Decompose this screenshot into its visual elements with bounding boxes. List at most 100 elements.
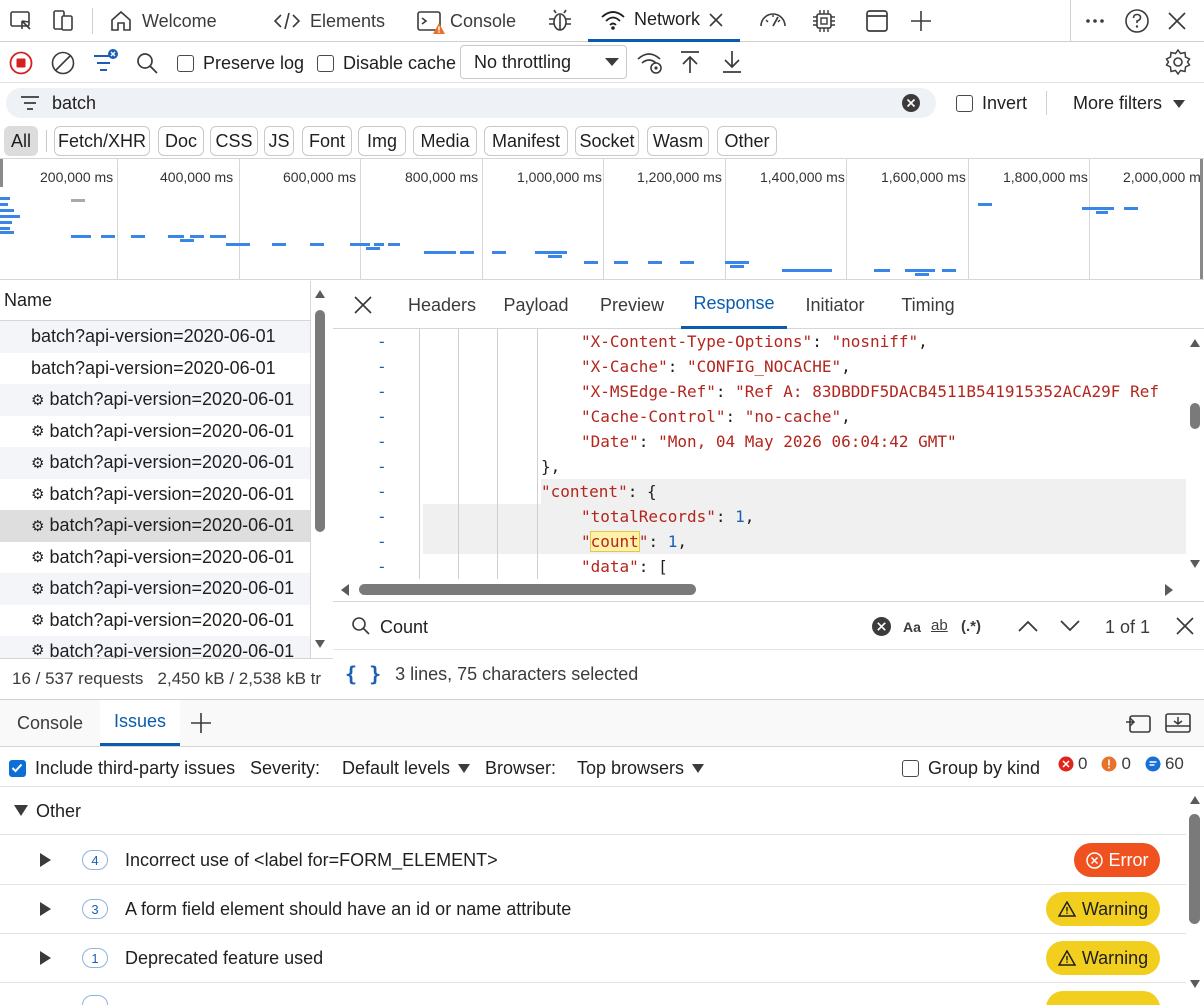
request-list-scrollbar[interactable] — [313, 290, 327, 648]
checkbox[interactable] — [902, 760, 919, 777]
tab-payload[interactable]: Payload — [495, 281, 577, 329]
network-overview-timeline[interactable]: 200,000 ms 400,000 ms 600,000 ms 800,000… — [0, 158, 1204, 280]
tab-preview[interactable]: Preview — [591, 281, 673, 329]
filter-input-container[interactable]: batch — [6, 88, 936, 118]
tab-network[interactable]: Network — [588, 0, 740, 42]
add-tool-button[interactable] — [908, 0, 934, 42]
import-har-icon[interactable] — [678, 49, 702, 80]
type-chip[interactable]: CSS — [210, 126, 258, 156]
checkbox[interactable] — [317, 55, 334, 72]
type-chip[interactable]: Wasm — [647, 126, 709, 156]
drawer-tab-issues[interactable]: Issues — [100, 700, 180, 746]
issue-row-partial[interactable] — [0, 984, 1186, 1005]
issue-counts[interactable]: 0 0 60 — [1058, 754, 1184, 774]
close-search-icon[interactable] — [1175, 616, 1195, 641]
request-row[interactable]: ⚙ batch?api-version=2020-06-01 — [0, 416, 310, 448]
fold-marker[interactable]: - — [377, 554, 387, 579]
close-devtools-button[interactable] — [1166, 0, 1188, 42]
checkbox-checked[interactable] — [9, 760, 26, 777]
tab-console[interactable]: Console — [416, 0, 516, 42]
clear-icon[interactable] — [51, 51, 75, 80]
undock-drawer-icon[interactable] — [1124, 712, 1152, 739]
type-chip[interactable]: Font — [302, 126, 352, 156]
inspect-element-icon[interactable] — [8, 0, 34, 42]
type-chip[interactable]: Img — [358, 126, 406, 156]
settings-gear-icon[interactable] — [1164, 48, 1192, 81]
invert-checkbox[interactable]: Invert — [956, 93, 1027, 114]
match-case-button[interactable]: Aa — [903, 619, 921, 635]
next-match-icon[interactable] — [1059, 617, 1081, 640]
fold-marker[interactable]: - — [377, 404, 387, 429]
fold-marker[interactable]: - — [377, 479, 387, 504]
scrollbar-thumb[interactable] — [315, 310, 325, 532]
fold-marker[interactable]: - — [377, 529, 387, 554]
filter-input[interactable]: batch — [52, 93, 96, 114]
fold-marker[interactable]: - — [377, 429, 387, 454]
checkbox[interactable] — [956, 95, 973, 112]
tab-initiator[interactable]: Initiator — [793, 281, 877, 329]
previous-match-icon[interactable] — [1017, 617, 1039, 640]
fold-marker[interactable]: - — [377, 504, 387, 529]
pretty-print-icon[interactable]: { } — [345, 662, 381, 686]
checkbox[interactable] — [177, 55, 194, 72]
request-row[interactable]: ⚙ batch?api-version=2020-06-01 — [0, 636, 310, 658]
tab-headers[interactable]: Headers — [395, 281, 489, 329]
type-chip[interactable]: All — [4, 126, 38, 156]
network-conditions-icon[interactable] — [636, 48, 666, 83]
preserve-log-checkbox[interactable]: Preserve log — [177, 53, 304, 74]
dock-drawer-icon[interactable] — [1164, 712, 1192, 739]
help-button[interactable] — [1124, 0, 1150, 42]
browser-dropdown[interactable]: Top browsers — [577, 758, 705, 779]
clear-search-icon[interactable] — [872, 617, 891, 641]
tab-performance[interactable] — [758, 0, 788, 42]
scrollbar-thumb[interactable] — [1189, 814, 1200, 924]
whole-word-button[interactable]: ab — [931, 617, 948, 634]
clear-filter-icon[interactable] — [902, 94, 920, 117]
tab-memory[interactable] — [810, 0, 838, 42]
request-row[interactable]: batch?api-version=2020-06-01 — [0, 321, 310, 353]
more-options-button[interactable] — [1084, 0, 1106, 42]
tab-timing[interactable]: Timing — [891, 281, 965, 329]
scrollbar-thumb[interactable] — [359, 584, 696, 595]
export-har-icon[interactable] — [720, 49, 744, 80]
issue-group-header[interactable]: Other — [0, 788, 1186, 835]
search-icon[interactable] — [135, 51, 159, 80]
type-chip[interactable]: JS — [264, 126, 294, 156]
issue-row[interactable]: 1 Deprecated feature used Warning — [0, 934, 1186, 983]
request-row[interactable]: ⚙ batch?api-version=2020-06-01 — [0, 542, 310, 574]
name-column-header[interactable]: Name — [0, 281, 310, 321]
type-chip[interactable]: Socket — [575, 126, 639, 156]
fold-marker[interactable]: - — [377, 354, 387, 379]
request-row[interactable]: ⚙ batch?api-version=2020-06-01 — [0, 447, 310, 479]
tab-elements[interactable]: Elements — [272, 0, 385, 42]
code-vertical-scrollbar[interactable] — [1186, 333, 1204, 573]
severity-dropdown[interactable]: Default levels — [342, 758, 471, 779]
search-input[interactable]: Count — [380, 617, 428, 638]
type-chip[interactable]: Manifest — [484, 126, 568, 156]
type-chip[interactable]: Other — [717, 126, 777, 156]
request-row[interactable]: ⚙ batch?api-version=2020-06-01 — [0, 605, 310, 637]
request-row-selected[interactable]: ⚙ batch?api-version=2020-06-01 — [0, 510, 310, 542]
tab-debugger[interactable] — [546, 0, 574, 42]
request-row[interactable]: batch?api-version=2020-06-01 — [0, 353, 310, 385]
group-by-kind-checkbox[interactable]: Group by kind — [902, 758, 1040, 779]
issue-row[interactable]: 3 A form field element should have an id… — [0, 885, 1186, 934]
type-chip[interactable]: Doc — [158, 126, 204, 156]
include-third-party-checkbox[interactable]: Include third-party issues — [9, 758, 235, 779]
tab-response[interactable]: Response — [681, 281, 787, 329]
disable-cache-checkbox[interactable]: Disable cache — [317, 53, 456, 74]
type-chip[interactable]: Media — [413, 126, 477, 156]
regex-button[interactable]: (.*) — [961, 618, 981, 635]
issue-row[interactable]: 4 Incorrect use of <label for=FORM_ELEME… — [0, 836, 1186, 885]
tab-welcome[interactable]: Welcome — [108, 0, 217, 42]
device-emulation-icon[interactable] — [50, 0, 76, 42]
type-chip[interactable]: Fetch/XHR — [54, 126, 150, 156]
request-row[interactable]: ⚙ batch?api-version=2020-06-01 — [0, 573, 310, 605]
fold-marker[interactable]: - — [377, 379, 387, 404]
throttling-select[interactable]: No throttling — [460, 45, 627, 79]
drawer-tab-console[interactable]: Console — [0, 700, 100, 746]
fold-marker[interactable]: - — [377, 454, 387, 479]
filter-toggle-icon[interactable] — [92, 48, 122, 81]
issues-scrollbar[interactable] — [1186, 790, 1204, 1005]
tab-application[interactable] — [864, 0, 890, 42]
